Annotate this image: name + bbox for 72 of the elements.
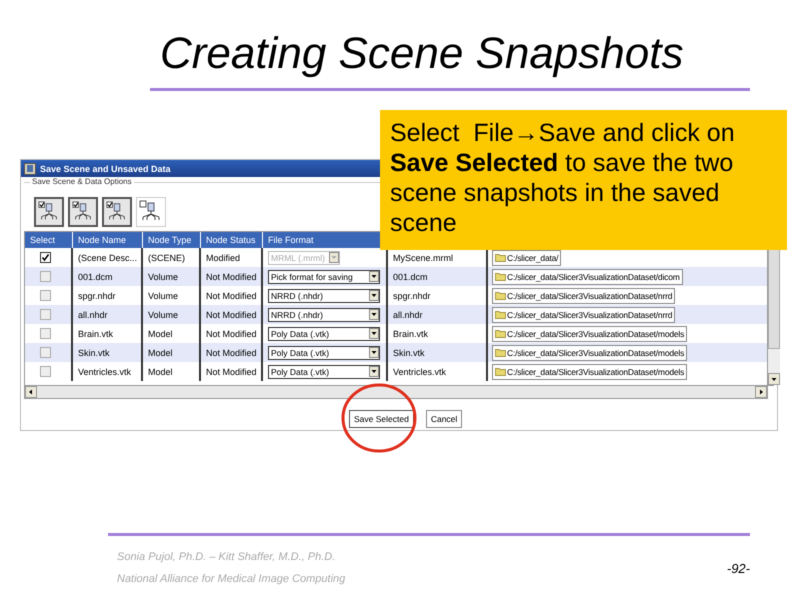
tree-icon [75,203,91,220]
folder-icon [495,291,506,300]
column-header[interactable]: Node Status [201,232,263,248]
directory-field[interactable]: C:/slicer_data/Slicer3VisualizationDataset/dicom [492,268,683,284]
directory-field[interactable]: C:/slicer_data/Slicer3VisualizationDataset/models [492,344,688,360]
table-cell: Not Modified [201,267,263,286]
table-cell: Ventricles.vtk [388,362,488,381]
row-checkbox[interactable] [40,328,51,339]
column-header[interactable]: Node Type [143,232,201,248]
format-dropdown[interactable]: Poly Data (.vtk) [268,364,380,378]
format-dropdown[interactable]: Poly Data (.vtk) [268,326,380,340]
folder-icon [495,367,506,376]
table-cell: Model [143,362,201,381]
checkbox-icon[interactable] [72,202,79,208]
directory-field[interactable]: C:/slicer_data/ [492,250,562,266]
tree-icon [41,203,57,220]
window-title: Save Scene and Unsaved Data [40,164,171,174]
directory-field[interactable]: C:/slicer_data/Slicer3VisualizationDataset/models [492,326,688,342]
table-cell: Volume [143,267,201,286]
format-dropdown[interactable]: NRRD (.nhdr) [268,308,380,322]
format-dropdown[interactable]: Poly Data (.vtk) [268,346,380,360]
scroll-right-icon[interactable] [757,388,765,396]
slide-title: Creating Scene Snapshots [160,28,684,80]
table-cell: Not Modified [201,362,263,381]
checkbox-icon[interactable] [38,202,45,208]
table-cell: Volume [143,305,201,324]
table-cell: 001.dcm [388,267,488,286]
row-checkbox[interactable] [40,309,51,320]
row-checkbox[interactable] [40,347,51,358]
table-cell: all.nhdr [388,305,488,324]
table-cell: Not Modified [201,343,263,362]
table-cell: Skin.vtk [73,343,143,362]
table-cell: Not Modified [201,305,263,324]
folder-icon [495,329,506,338]
folder-icon [495,348,506,357]
table-cell: 001.dcm [73,267,143,286]
table-cell: Model [143,343,201,362]
tree-toolbar-button[interactable] [102,197,132,227]
dialog-button[interactable]: Cancel [426,410,462,428]
tree-icon [142,202,160,220]
horizontal-scrollbar[interactable] [24,386,768,399]
row-checkbox[interactable] [40,366,51,377]
directory-field[interactable]: C:/slicer_data/Slicer3VisualizationDataset/models [492,364,688,380]
table-cell: Ventricles.vtk [73,362,143,381]
column-header[interactable]: Node Name [73,232,143,248]
row-checkbox[interactable] [40,252,51,263]
directory-field[interactable]: C:/slicer_data/Slicer3VisualizationDataset/nrrd [492,288,676,304]
folder-icon [495,310,506,319]
tree-toolbar-button[interactable] [68,197,98,227]
footer-authors: Sonia Pujol, Ph.D. – Kitt Shaffer, M.D., Ph.D. [117,551,336,563]
folder-icon [495,272,506,281]
row-checkbox[interactable] [40,290,51,301]
folder-icon [495,253,506,262]
tree-icon [109,203,125,220]
directory-field[interactable]: C:/slicer_data/Slicer3VisualizationDataset/nrrd [492,306,676,322]
checkbox-icon[interactable] [106,202,113,208]
footer-organization: National Alliance for Medical Image Computing [117,573,346,585]
dialog-button[interactable]: Save Selected [349,410,414,428]
scroll-down-icon[interactable] [770,375,778,383]
callout-tooltip: Select File→Save and click on Save Selected to save the two scene snapshots in the saved scene [380,110,787,250]
checkbox-icon[interactable] [140,200,146,208]
table-cell: all.nhdr [73,305,143,324]
format-dropdown[interactable]: Pick format for saving [268,270,380,284]
column-header[interactable]: Select [25,232,73,248]
format-dropdown[interactable]: NRRD (.nhdr) [268,288,380,302]
tree-toolbar-button[interactable] [34,197,64,227]
app-icon [24,162,36,174]
scroll-left-icon[interactable] [27,388,35,396]
group-label: Save Scene & Data Options [30,177,134,186]
page-number: -92- [726,560,750,576]
row-checkbox[interactable] [40,271,51,282]
table-cell: Skin.vtk [388,343,488,362]
